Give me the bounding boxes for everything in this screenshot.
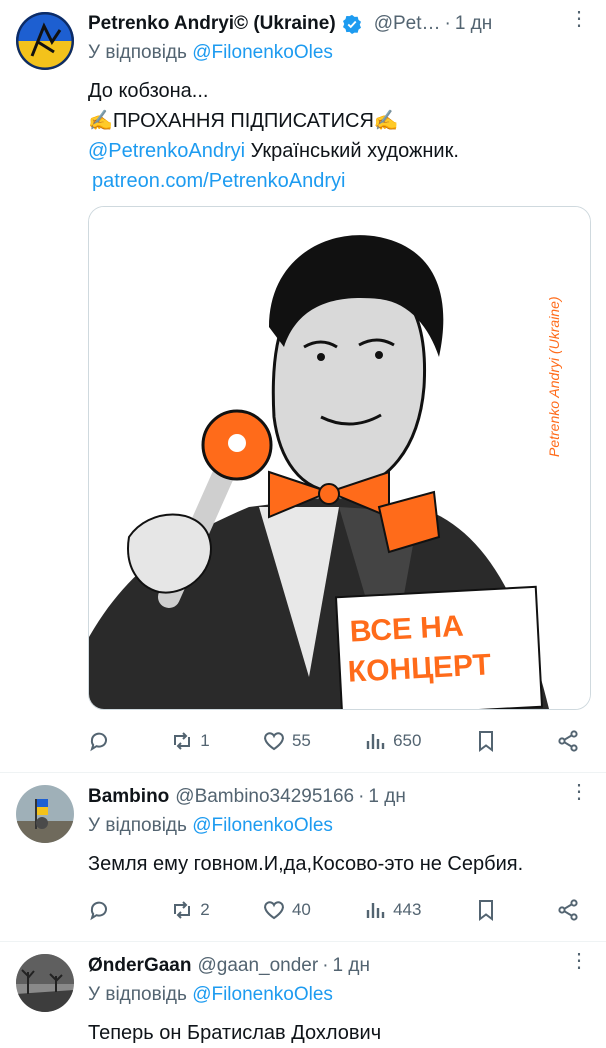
- reply-icon: [90, 732, 107, 752]
- heart-icon: [264, 732, 284, 751]
- action-bar: 2 40 443: [88, 879, 590, 941]
- reply-prefix: У відповідь: [88, 42, 193, 63]
- tweet-text: До кобзона... ✍️ПРОХАННЯ ПІДПИСАТИСЯ✍️ @…: [88, 76, 590, 196]
- reply-prefix: У відповідь: [88, 984, 193, 1005]
- share-icon: [558, 730, 578, 752]
- more-options-icon[interactable]: ⋮: [569, 6, 589, 31]
- views-count: 443: [393, 900, 422, 919]
- reply-mention-link[interactable]: @FilonenkoOles: [192, 984, 333, 1005]
- reply-button[interactable]: [88, 729, 118, 753]
- display-name[interactable]: Petrenko Andryi© (Ukraine): [88, 13, 336, 35]
- like-count: 40: [291, 900, 311, 919]
- timestamp[interactable]: 1 дн: [455, 13, 492, 35]
- bookmark-button[interactable]: [474, 729, 504, 753]
- retweet-icon: [174, 732, 191, 750]
- handle[interactable]: @gaan_onder: [197, 955, 318, 977]
- share-button[interactable]: [556, 729, 586, 753]
- like-count: 55: [291, 731, 311, 750]
- display-name[interactable]: ØnderGaan: [88, 955, 191, 977]
- views-button[interactable]: 650: [363, 729, 421, 753]
- handle[interactable]: @Pet…: [374, 13, 441, 35]
- like-button[interactable]: 40: [262, 898, 311, 922]
- reply-mention-link[interactable]: @FilonenkoOles: [192, 815, 333, 836]
- display-name[interactable]: Bambino: [88, 786, 169, 808]
- reply-context: У відповідь @FilonenkoOles: [88, 815, 590, 843]
- reply-mention-link[interactable]: @FilonenkoOles: [192, 42, 333, 63]
- avatar[interactable]: [16, 954, 74, 1012]
- retweet-count: 2: [200, 900, 210, 919]
- retweet-icon: [174, 901, 191, 919]
- tweet-text: Теперь он Братислав Дохлович: [88, 1022, 382, 1044]
- artist-signature: Petrenko Andryi (Ukraine): [546, 296, 562, 457]
- timestamp[interactable]: 1 дн: [333, 955, 370, 977]
- patreon-link[interactable]: patreon.com/PetrenkoAndryi: [92, 170, 345, 192]
- views-chart-icon: [366, 903, 385, 918]
- tweet-3[interactable]: ØnderGaan @gaan_onder · 1 дн ⋮ У відпові…: [0, 942, 606, 1048]
- poster-text-1: ВСЕ НА: [349, 610, 464, 649]
- separator-dot: ·: [322, 955, 329, 976]
- reply-icon: [90, 901, 107, 921]
- like-button[interactable]: 55: [262, 729, 311, 753]
- tweet-line: ✍️ПРОХАННЯ ПІДПИСАТИСЯ✍️: [88, 110, 399, 132]
- reply-context: У відповідь @FilonenkoOles: [88, 42, 590, 70]
- separator-dot: ·: [444, 13, 451, 34]
- views-chart-icon: [366, 734, 385, 749]
- views-button[interactable]: 443: [363, 898, 421, 922]
- more-options-icon[interactable]: ⋮: [569, 779, 589, 804]
- bookmark-button[interactable]: [474, 898, 504, 922]
- retweet-button[interactable]: 1: [170, 729, 210, 753]
- retweet-count: 1: [200, 731, 210, 750]
- bookmark-icon: [478, 900, 493, 921]
- share-button[interactable]: [556, 898, 586, 922]
- share-icon: [558, 899, 578, 921]
- separator-dot: ·: [358, 786, 365, 807]
- reply-context: У відповідь @FilonenkoOles: [88, 984, 590, 1012]
- verified-badge-icon: [342, 14, 362, 34]
- tweet-image[interactable]: ВСЕ НА КОНЦЕРТ Petrenko Andryi (Ukraine): [88, 206, 591, 710]
- avatar[interactable]: [16, 12, 74, 70]
- retweet-button[interactable]: 2: [170, 898, 210, 922]
- tweet-text: Земля ему говном.И,да,Косово-это не Серб…: [88, 853, 524, 875]
- views-count: 650: [393, 731, 422, 750]
- tweet-2[interactable]: Bambino @Bambino34295166 · 1 дн ⋮ У відп…: [0, 773, 606, 941]
- heart-icon: [264, 901, 284, 920]
- bookmark-icon: [478, 731, 493, 752]
- tweet-line: До кобзона...: [88, 80, 209, 102]
- tweet-1[interactable]: Petrenko Andryi© (Ukraine) @Pet… · 1 дн …: [0, 0, 606, 772]
- reply-button[interactable]: [88, 898, 118, 922]
- mention-link[interactable]: @PetrenkoAndryi: [88, 140, 245, 162]
- more-options-icon[interactable]: ⋮: [569, 948, 589, 973]
- timestamp[interactable]: 1 дн: [368, 786, 405, 808]
- handle[interactable]: @Bambino34295166: [175, 786, 354, 808]
- avatar[interactable]: [16, 785, 74, 843]
- reply-prefix: У відповідь: [88, 815, 193, 836]
- mention-suffix: Український художник.: [245, 140, 459, 162]
- action-bar: 1 55 650: [88, 710, 590, 772]
